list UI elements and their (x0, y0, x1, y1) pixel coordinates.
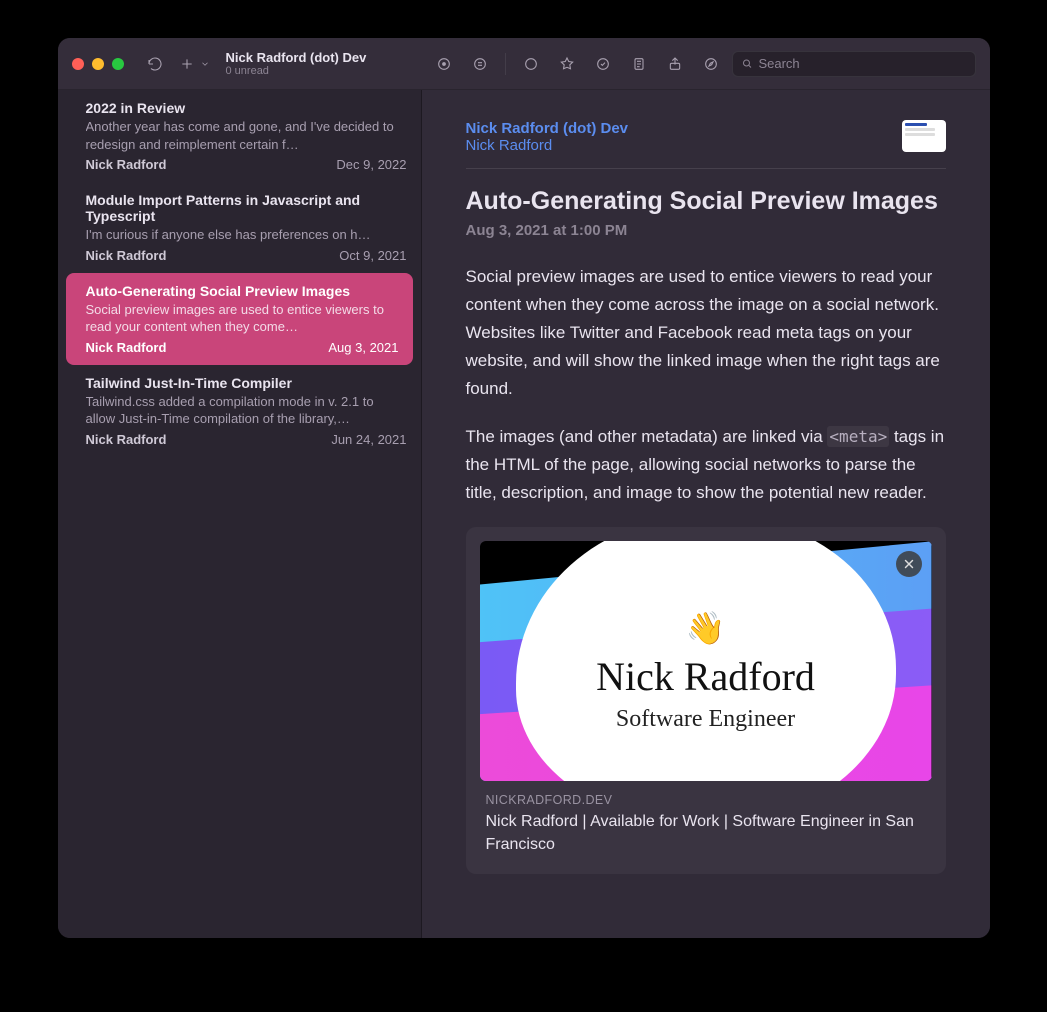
search-icon (741, 57, 753, 70)
check-circle-icon[interactable] (592, 53, 614, 75)
toolbar-group-1 (433, 53, 491, 75)
list-circle-icon[interactable] (469, 53, 491, 75)
list-item-excerpt: Another year has come and gone, and I've… (86, 118, 407, 153)
traffic-lights (72, 58, 124, 70)
refresh-button[interactable] (144, 53, 166, 75)
card-image: 👋 Nick Radford Software Engineer (480, 541, 932, 781)
card-title: Nick Radford | Available for Work | Soft… (486, 811, 926, 856)
content-header: Nick Radford (dot) Dev Nick Radford (466, 120, 946, 169)
search-box[interactable] (732, 51, 976, 77)
card-close-button[interactable] (896, 551, 922, 577)
reader-view-icon[interactable] (628, 53, 650, 75)
list-item-author: Nick Radford (86, 157, 167, 172)
maximize-window-button[interactable] (112, 58, 124, 70)
article-title: Auto-Generating Social Preview Images (466, 187, 946, 216)
star-icon[interactable] (556, 53, 578, 75)
article-content[interactable]: Nick Radford (dot) Dev Nick Radford Auto… (422, 90, 990, 938)
feed-thumbnail (902, 120, 946, 152)
article-list[interactable]: 2022 in Review Another year has come and … (58, 90, 422, 938)
list-item-author: Nick Radford (86, 340, 167, 355)
search-input[interactable] (758, 56, 966, 71)
author-link[interactable]: Nick Radford (466, 137, 882, 154)
article-list-item[interactable]: Module Import Patterns in Javascript and… (58, 182, 421, 273)
article-list-item[interactable]: Auto-Generating Social Preview Images Soc… (66, 273, 413, 365)
feed-link[interactable]: Nick Radford (dot) Dev (466, 120, 882, 137)
list-item-title: Module Import Patterns in Javascript and… (86, 192, 407, 224)
close-icon (902, 557, 916, 571)
article-date: Aug 3, 2021 at 1:00 PM (466, 222, 946, 239)
safari-icon[interactable] (700, 53, 722, 75)
list-item-author: Nick Radford (86, 248, 167, 263)
social-preview-card: 👋 Nick Radford Software Engineer NICKRAD… (466, 527, 946, 874)
mark-read-icon[interactable] (520, 53, 542, 75)
list-item-excerpt: I'm curious if anyone else has preferenc… (86, 226, 407, 244)
inline-code: <meta> (827, 426, 889, 447)
feed-title-block: Nick Radford (dot) Dev 0 unread (226, 50, 367, 77)
list-item-title: Tailwind Just-In-Time Compiler (86, 375, 407, 391)
card-image-name: Nick Radford (596, 653, 815, 700)
article-paragraph: Social preview images are used to entice… (466, 263, 946, 403)
plus-icon (176, 53, 198, 75)
titlebar: Nick Radford (dot) Dev 0 unread (58, 38, 990, 90)
list-item-date: Aug 3, 2021 (328, 340, 398, 355)
article-paragraph: The images (and other metadata) are link… (466, 423, 946, 507)
chevron-down-icon (200, 53, 210, 75)
list-item-excerpt: Tailwind.css added a compilation mode in… (86, 393, 407, 428)
feed-title: Nick Radford (dot) Dev (226, 50, 367, 65)
app-window: Nick Radford (dot) Dev 0 unread (58, 38, 990, 938)
feed-unread-count: 0 unread (226, 65, 367, 77)
body-split: 2022 in Review Another year has come and … (58, 90, 990, 938)
list-item-date: Dec 9, 2022 (336, 157, 406, 172)
list-item-title: Auto-Generating Social Preview Images (86, 283, 399, 299)
share-icon[interactable] (664, 53, 686, 75)
list-item-excerpt: Social preview images are used to entice… (86, 301, 399, 336)
list-item-date: Oct 9, 2021 (339, 248, 406, 263)
article-list-item[interactable]: 2022 in Review Another year has come and … (58, 90, 421, 182)
card-image-role: Software Engineer (616, 706, 795, 733)
toolbar-group-2 (520, 53, 722, 75)
close-window-button[interactable] (72, 58, 84, 70)
card-domain: NICKRADFORD.DEV (486, 793, 926, 807)
circle-dot-icon[interactable] (433, 53, 455, 75)
add-feed-button[interactable] (176, 53, 210, 75)
minimize-window-button[interactable] (92, 58, 104, 70)
list-item-author: Nick Radford (86, 432, 167, 447)
list-item-date: Jun 24, 2021 (331, 432, 406, 447)
article-list-item[interactable]: Tailwind Just-In-Time Compiler Tailwind.c… (58, 365, 421, 457)
separator (505, 53, 506, 75)
wave-emoji: 👋 (686, 609, 726, 647)
list-item-title: 2022 in Review (86, 100, 407, 116)
